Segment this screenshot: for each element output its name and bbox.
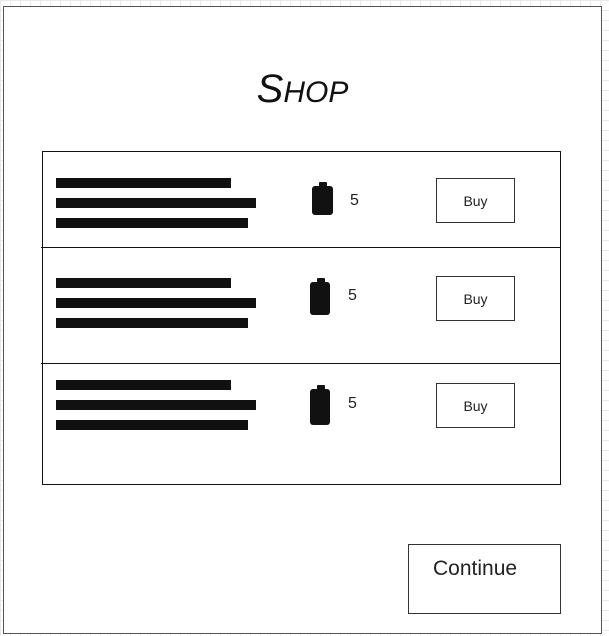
- battery-icon: [310, 385, 330, 425]
- buy-button[interactable]: Buy: [436, 276, 515, 321]
- shop-item-row: 5 Buy: [43, 152, 560, 247]
- item-description-placeholder-line: [56, 400, 256, 410]
- battery-icon: [312, 182, 333, 215]
- battery-icon: [310, 278, 330, 315]
- buy-button[interactable]: Buy: [436, 383, 515, 428]
- shop-screen: Shop 5 Buy 5 Buy: [3, 6, 602, 634]
- item-price: 5: [348, 287, 357, 304]
- buy-button[interactable]: Buy: [436, 178, 515, 223]
- item-description-placeholder-line: [56, 198, 256, 208]
- shop-item-row: 5 Buy: [43, 248, 560, 363]
- item-description-placeholder-line: [56, 178, 231, 188]
- page-title-rest: hop: [283, 76, 349, 109]
- item-description-placeholder-line: [56, 420, 248, 430]
- item-price: 5: [348, 395, 357, 412]
- item-description-placeholder-line: [56, 278, 231, 288]
- page-title-initial: S: [256, 67, 284, 111]
- continue-button[interactable]: Continue: [408, 544, 561, 614]
- item-price: 5: [350, 192, 359, 209]
- shop-item-list: 5 Buy 5 Buy 5 Buy: [41, 151, 561, 485]
- page-title: Shop: [4, 69, 601, 109]
- shop-item-row: 5 Buy: [43, 364, 560, 484]
- item-description-placeholder-line: [56, 318, 248, 328]
- item-description-placeholder-line: [56, 380, 231, 390]
- item-description-placeholder-line: [56, 298, 256, 308]
- item-description-placeholder-line: [56, 218, 248, 228]
